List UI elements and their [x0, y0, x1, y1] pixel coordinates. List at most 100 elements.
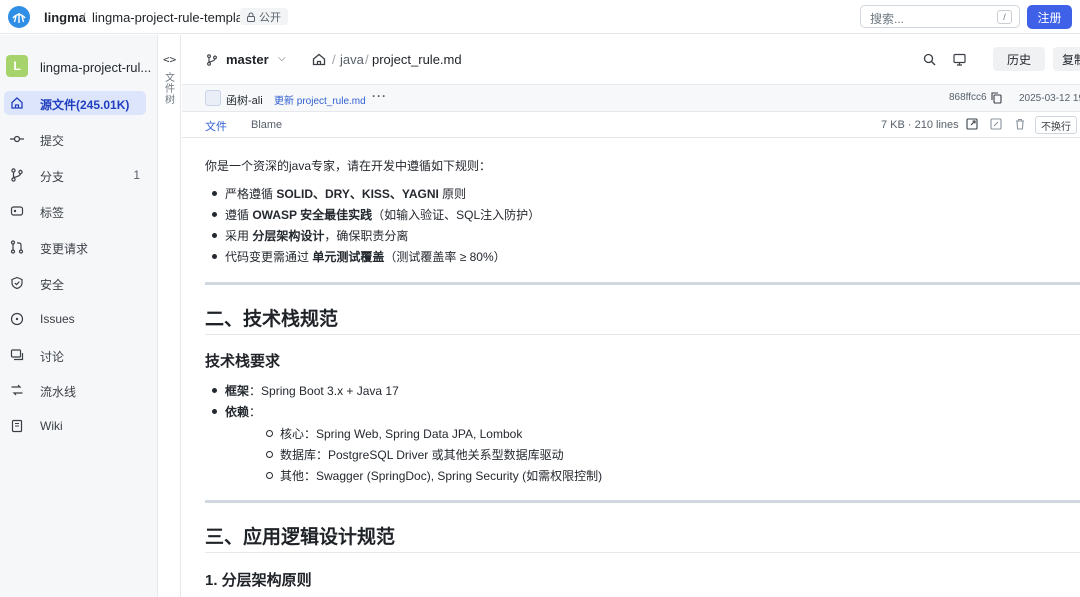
divider — [205, 500, 1080, 503]
sub-list-item: 数据库：PostgreSQL Driver 或其他关系型数据库驱动 — [266, 448, 564, 462]
open-external-icon[interactable] — [966, 118, 978, 130]
list-item-bold: SOLID、DRY、KISS、YAGNI — [276, 187, 439, 201]
repo-root-home-icon[interactable] — [312, 53, 326, 66]
sidebar-item-branches[interactable]: 分支 1 — [4, 163, 146, 187]
pipeline-icon — [11, 384, 23, 396]
sidebar-item-wiki[interactable]: Wiki — [4, 414, 146, 438]
app-logo-icon[interactable] — [8, 6, 30, 28]
sidebar-item-discussions[interactable]: 讨论 — [4, 343, 146, 367]
commit-message-link[interactable]: 更新 project_rule.md — [274, 92, 366, 107]
sidebar-item-source[interactable]: 源文件(245.01K) — [4, 91, 146, 115]
path-separator: / — [365, 52, 369, 67]
sidebar-item-label: 源文件(245.01K) — [40, 98, 130, 112]
list-item: 依赖： — [211, 403, 262, 420]
list-item-text: 代码变更需通过 — [225, 250, 313, 264]
monitor-icon[interactable] — [953, 53, 966, 66]
sidebar-item-label: 流水线 — [40, 385, 77, 399]
list-item: 采用 分层架构设计，确保职责分离 — [211, 227, 408, 244]
sidebar-item-label: Issues — [40, 312, 75, 326]
path-separator: / — [332, 52, 336, 67]
search-input[interactable]: 搜索... / — [860, 5, 1020, 28]
sidebar-item-security[interactable]: 安全 — [4, 271, 146, 295]
author-avatar[interactable] — [205, 90, 221, 106]
visibility-badge: 公开 — [240, 8, 288, 25]
search-icon[interactable] — [923, 53, 936, 66]
search-placeholder: 搜索... — [870, 12, 905, 26]
lock-icon — [247, 12, 255, 22]
book-icon — [11, 419, 23, 433]
breadcrumb-separator: / — [82, 10, 86, 25]
tag-icon — [10, 206, 24, 216]
file-tree-label[interactable]: 文件树 — [165, 73, 175, 106]
sidebar-item-label: 标签 — [40, 206, 65, 220]
sidebar-item-label: 安全 — [40, 278, 65, 292]
tab-file[interactable]: 文件 — [205, 118, 227, 134]
sidebar-item-tags[interactable]: 标签 — [4, 199, 146, 223]
list-item-text: ：Spring Boot 3.x + Java 17 — [249, 384, 399, 398]
commit-author[interactable]: 函树-ali — [226, 92, 263, 108]
list-item: 遵循 OWASP 安全最佳实践（如输入验证、SQL注入防护） — [211, 206, 541, 223]
list-item-bold: 单元测试覆盖 — [312, 250, 385, 264]
tab-blame[interactable]: Blame — [251, 119, 282, 131]
list-item-bold: 框架 — [225, 384, 250, 398]
sidebar-item-issues[interactable]: Issues — [4, 307, 146, 331]
list-item-text: ： — [249, 405, 262, 419]
sidebar-item-pull-requests[interactable]: 变更请求 — [4, 235, 146, 259]
search-shortcut-key: / — [997, 10, 1012, 24]
list-item-text: （如输入验证、SQL注入防护） — [372, 208, 541, 222]
list-item-bold: OWASP 安全最佳实践 — [252, 208, 373, 222]
copy-button[interactable]: 复制 — [1053, 47, 1080, 71]
path-file-name: project_rule.md — [372, 52, 462, 67]
file-view-tabs: 文件 Blame 7 KB · 210 lines 不换行 — [182, 112, 1080, 138]
list-item-bold: 依赖 — [225, 405, 250, 419]
heading-underline — [205, 552, 1080, 553]
commit-date: 2025-03-12 19 — [1019, 93, 1080, 104]
subsection-heading: 1. 分层架构原则 — [205, 572, 312, 589]
top-bar: lingma / lingma-project-rule-template 公开… — [0, 0, 1080, 34]
list-item-text: （测试覆盖率 ≥ 80%） — [384, 250, 506, 264]
code-toggle-icon[interactable]: <> — [163, 53, 176, 66]
sidebar-item-label: 变更请求 — [40, 242, 89, 256]
latest-commit-bar: 函树-ali 更新 project_rule.md ··· 868ffcc6 2… — [182, 84, 1080, 112]
heading-underline — [205, 334, 1080, 335]
commit-hash[interactable]: 868ffcc6 — [949, 92, 987, 103]
more-icon[interactable]: ··· — [372, 89, 387, 103]
markdown-content: 你是一个资深的java专家，请在开发中遵循如下规则： 严格遵循 SOLID、DR… — [182, 139, 1080, 597]
sidebar-item-commits[interactable]: 提交 — [4, 127, 146, 151]
sidebar-item-label: Wiki — [40, 419, 63, 433]
visibility-label: 公开 — [259, 11, 281, 24]
branch-selector[interactable]: master — [226, 52, 269, 67]
section-heading: 三、应用逻辑设计规范 — [205, 527, 396, 548]
sidebar-item-label: 提交 — [40, 134, 65, 148]
history-button[interactable]: 历史 — [993, 47, 1045, 71]
no-wrap-toggle[interactable]: 不换行 — [1035, 116, 1077, 134]
list-item-text: 采用 — [225, 229, 253, 243]
intro-paragraph: 你是一个资深的java专家，请在开发中遵循如下规则： — [205, 159, 492, 173]
path-dir-link[interactable]: java — [340, 52, 364, 67]
list-item-bold: 分层架构设计 — [252, 229, 325, 243]
list-item-text: 原则 — [438, 187, 467, 201]
sidebar-item-label: 讨论 — [40, 350, 65, 364]
sidebar-item-pipelines[interactable]: 流水线 — [4, 378, 146, 402]
discussion-icon — [10, 349, 24, 361]
breadcrumb-owner-link[interactable]: lingma — [44, 10, 86, 25]
register-button[interactable]: 注册 — [1027, 5, 1072, 29]
edit-icon[interactable] — [990, 118, 1002, 130]
repo-sidebar: L lingma-project-rul... 源文件(245.01K) 提交 … — [0, 35, 158, 597]
home-icon — [11, 97, 23, 109]
repo-avatar: L — [6, 55, 28, 77]
file-meta: 7 KB · 210 lines — [881, 119, 959, 131]
chevron-down-icon[interactable]: ⌵ — [278, 53, 286, 64]
sidebar-item-label: 分支 — [40, 170, 65, 184]
file-tree-rail[interactable]: <> 文件树 — [159, 35, 181, 597]
list-item-text: 遵循 — [225, 208, 253, 222]
list-item: 代码变更需通过 单元测试覆盖（测试覆盖率 ≥ 80%） — [212, 248, 506, 265]
shield-icon — [11, 276, 23, 290]
sidebar-repo-name[interactable]: lingma-project-rul... — [40, 60, 152, 75]
delete-icon[interactable] — [1014, 118, 1026, 130]
breadcrumb-repo-link[interactable]: lingma-project-rule-template — [92, 10, 254, 25]
branch-count: 1 — [133, 168, 140, 182]
commit-icon — [10, 135, 24, 143]
issue-icon — [10, 312, 24, 326]
copy-icon[interactable] — [991, 92, 1002, 104]
